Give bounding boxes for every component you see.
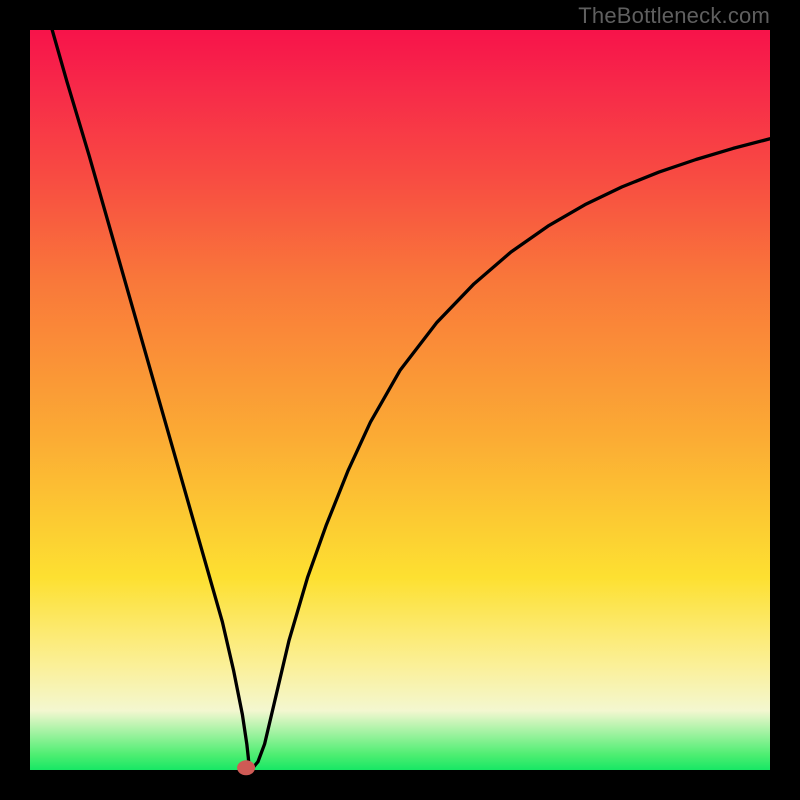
chart-svg (30, 30, 770, 770)
chart-frame: TheBottleneck.com (0, 0, 800, 800)
minimum-marker (237, 760, 255, 775)
watermark-label: TheBottleneck.com (578, 3, 770, 29)
plot-area (30, 30, 770, 770)
curve-line (52, 30, 770, 767)
